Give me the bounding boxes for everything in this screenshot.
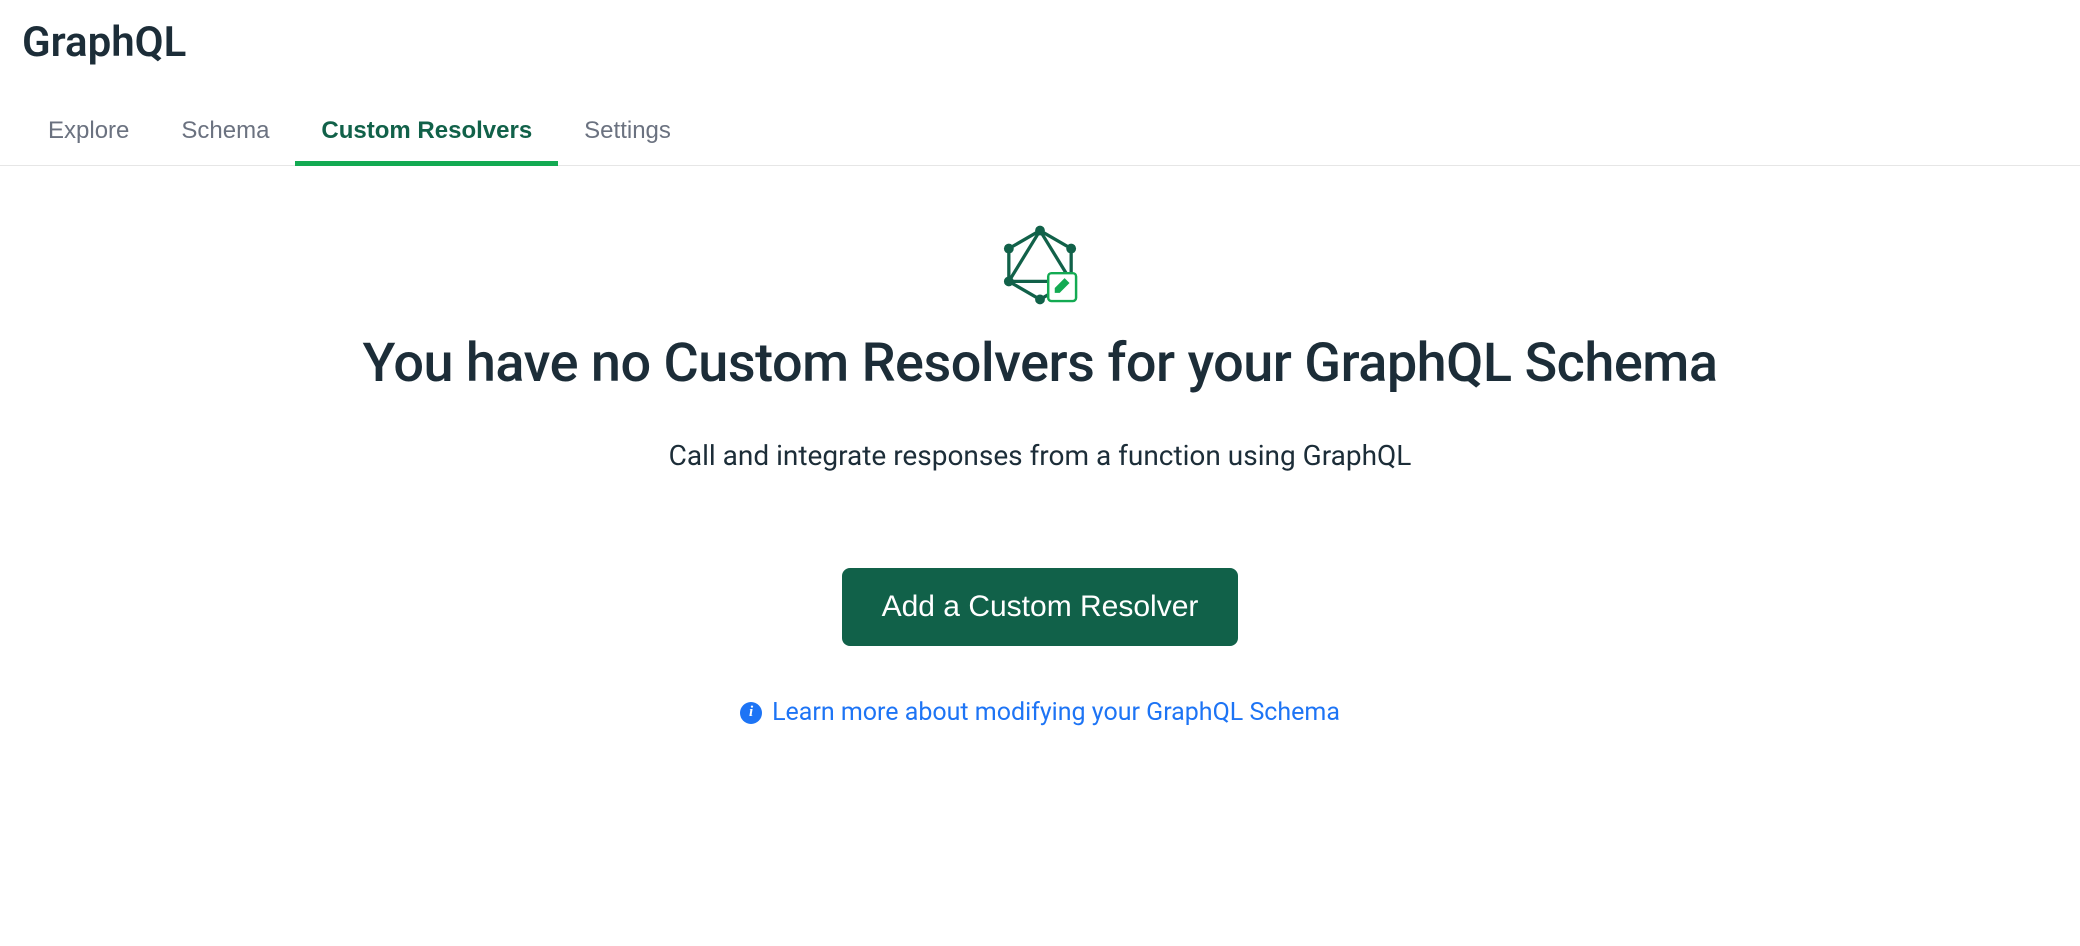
learn-more-link[interactable]: Learn more about modifying your GraphQL … <box>772 698 1340 727</box>
empty-state: You have no Custom Resolvers for your Gr… <box>240 166 1840 727</box>
tab-settings[interactable]: Settings <box>558 99 697 165</box>
empty-subtext: Call and integrate responses from a func… <box>669 439 1412 472</box>
tab-schema[interactable]: Schema <box>155 99 295 165</box>
empty-headline: You have no Custom Resolvers for your Gr… <box>363 332 1718 395</box>
tab-explore[interactable]: Explore <box>22 99 155 165</box>
graphql-edit-icon <box>999 224 1081 310</box>
tabs-nav: Explore Schema Custom Resolvers Settings <box>0 99 2080 166</box>
page-title: GraphQL <box>0 0 2080 75</box>
add-custom-resolver-button[interactable]: Add a Custom Resolver <box>842 568 1239 646</box>
learn-more-row: i Learn more about modifying your GraphQ… <box>740 698 1340 727</box>
tab-custom-resolvers[interactable]: Custom Resolvers <box>295 99 558 165</box>
info-icon: i <box>740 702 762 724</box>
